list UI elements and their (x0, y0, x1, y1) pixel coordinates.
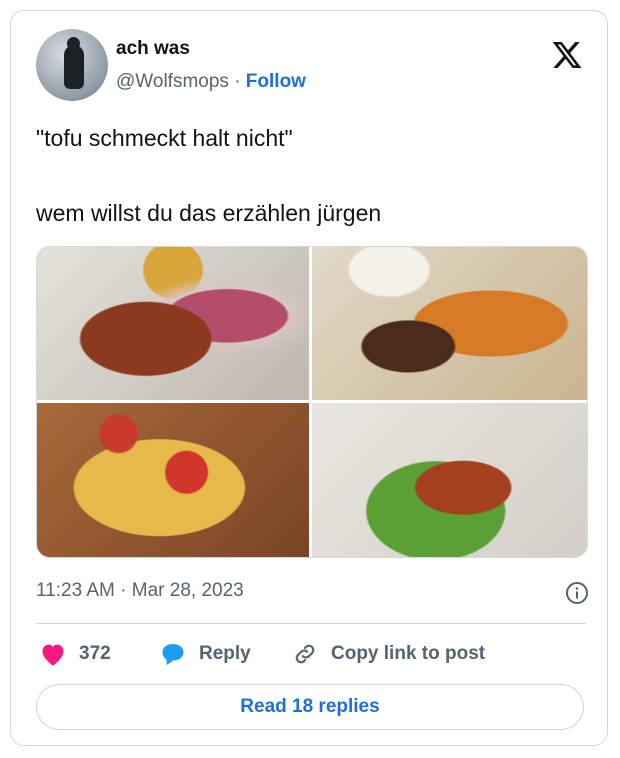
info-icon[interactable] (565, 581, 589, 605)
read-replies-label: Read 18 replies (240, 696, 380, 717)
reply-button[interactable]: Reply (159, 641, 251, 667)
heart-icon (42, 644, 64, 666)
author-handle[interactable]: @Wolfsmops (116, 71, 229, 92)
photo-tofu-scramble-toast[interactable] (37, 403, 309, 557)
divider (36, 623, 586, 624)
copy-link-label: Copy link to post (331, 643, 486, 664)
read-replies-button[interactable]: Read 18 replies (36, 684, 584, 730)
photo-rice-curry[interactable] (312, 247, 587, 400)
author-handle-row: @Wolfsmops · Follow (116, 71, 306, 93)
photo-tofu-steak-onion-salad[interactable] (37, 247, 309, 400)
x-logo-icon[interactable] (551, 39, 583, 71)
speech-bubble-icon (162, 644, 184, 666)
copy-link-button[interactable]: Copy link to post (291, 641, 485, 667)
like-button[interactable]: 372 (39, 641, 111, 667)
like-count: 372 (79, 643, 111, 664)
photo-tofu-sandwich[interactable] (312, 403, 587, 557)
tweet-text-line-1: "tofu schmeckt halt nicht" (36, 125, 293, 151)
handle-separator: · (234, 71, 241, 92)
tweet-card: ach was @Wolfsmops · Follow "tofu schmec… (10, 10, 608, 746)
link-icon (295, 644, 315, 664)
avatar[interactable] (36, 29, 108, 101)
timestamp[interactable]: 11:23 AM · Mar 28, 2023 (36, 580, 244, 602)
author-name[interactable]: ach was (116, 38, 190, 60)
follow-button[interactable]: Follow (246, 71, 306, 92)
reply-label: Reply (199, 643, 251, 664)
avatar-figure-body (64, 45, 84, 89)
tweet-text-line-2: wem willst du das erzählen jürgen (36, 200, 382, 226)
photo-grid (36, 246, 588, 558)
